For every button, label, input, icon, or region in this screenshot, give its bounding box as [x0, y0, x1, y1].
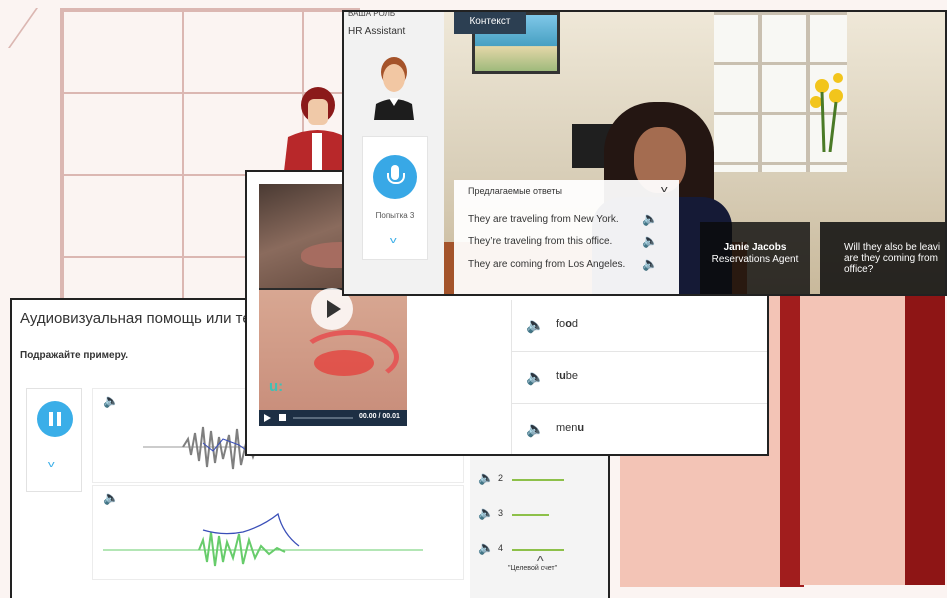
score-bar [512, 549, 564, 551]
speaker-icon[interactable]: 🔈 [642, 233, 658, 249]
speaker-icon[interactable]: 🔈 [478, 470, 494, 486]
stop-button[interactable] [279, 414, 286, 421]
dialogue-question: Will they also be leavi are they coming … [844, 242, 941, 275]
instruction-text: Подражайте примеру. [20, 350, 129, 361]
word-item[interactable]: 🔈 tube [511, 352, 767, 404]
roleplay-window: ВАША РОЛЬ HR Assistant Попытка 3 v Конте… [342, 10, 947, 296]
speaker-icon[interactable]: 🔈 [478, 540, 494, 556]
chevron-down-icon[interactable]: v [390, 235, 397, 245]
time-readout: 00.00 / 00.01 [359, 413, 400, 420]
word-item[interactable]: 🔈 menu [511, 404, 767, 454]
score-bar [512, 479, 564, 481]
suggestion-item[interactable]: They’re traveling from this office. [468, 236, 612, 247]
suggestion-item[interactable]: They are traveling from New York. [468, 214, 619, 225]
palate-highlight [299, 330, 399, 384]
character-name-card: Janie Jacobs Reservations Agent [700, 222, 810, 294]
background-character [283, 87, 348, 180]
chevron-down-icon[interactable]: v [48, 459, 55, 469]
microphone-button[interactable] [373, 155, 417, 199]
speaker-icon[interactable]: 🔈 [642, 256, 658, 272]
context-button[interactable]: Контекст [454, 12, 526, 34]
attempt-label: Попытка 3 [375, 211, 415, 220]
target-score-caption: "Целевой счет" [508, 565, 558, 572]
background-block [800, 295, 945, 585]
record-card: Попытка 3 v [362, 136, 428, 260]
dialogue-question-card: Will they also be leavi are they coming … [820, 222, 945, 294]
window-title: Аудиовизуальная помощь или те [20, 310, 251, 327]
score-number: 4 [498, 543, 504, 553]
speaker-icon[interactable]: 🔈 [526, 316, 545, 334]
chevron-down-icon[interactable]: v [661, 184, 668, 194]
word-item[interactable]: 🔈 food [511, 300, 767, 352]
progress-bar[interactable] [293, 417, 353, 419]
brand-logo: u: [269, 378, 284, 395]
speaker-icon[interactable]: 🔈 [478, 505, 494, 521]
avatar [374, 57, 414, 120]
word-text: tube [556, 370, 579, 382]
speaker-icon[interactable]: 🔈 [642, 211, 658, 227]
speaker-icon[interactable]: 🔈 [526, 420, 545, 438]
suggestions-header: Предлагаемые ответы [468, 186, 562, 196]
suggestion-item[interactable]: They are coming from Los Angeles. [468, 259, 625, 270]
score-number: 2 [498, 473, 504, 483]
playback-card: v [26, 388, 82, 492]
role-label: ВАША РОЛЬ [348, 10, 396, 18]
word-list: 🔈 food 🔈 tube 🔈 menu [511, 300, 767, 454]
role-sidebar: ВАША РОЛЬ HR Assistant Попытка 3 v [344, 10, 444, 294]
speaker-icon[interactable]: 🔈 [103, 393, 119, 409]
word-text: menu [556, 422, 585, 434]
score-number: 3 [498, 508, 504, 518]
pause-button[interactable] [37, 401, 73, 437]
speaker-icon[interactable]: 🔈 [103, 490, 119, 506]
suggested-answers-panel: Предлагаемые ответы v They are traveling… [454, 180, 679, 294]
role-value: HR Assistant [348, 26, 406, 37]
play-button[interactable] [264, 414, 271, 422]
character-role: Reservations Agent [711, 254, 799, 265]
character-name: Janie Jacobs [723, 242, 787, 253]
flower-vase [810, 73, 843, 152]
caret-up-icon: v [536, 554, 544, 564]
speaker-icon[interactable]: 🔈 [526, 368, 545, 386]
score-bar [512, 514, 549, 516]
video-controls: 00.00 / 00.01 [259, 410, 407, 426]
waveform-graph [103, 512, 423, 567]
word-text: food [556, 318, 579, 330]
user-waveform: 🔈 [92, 485, 464, 580]
